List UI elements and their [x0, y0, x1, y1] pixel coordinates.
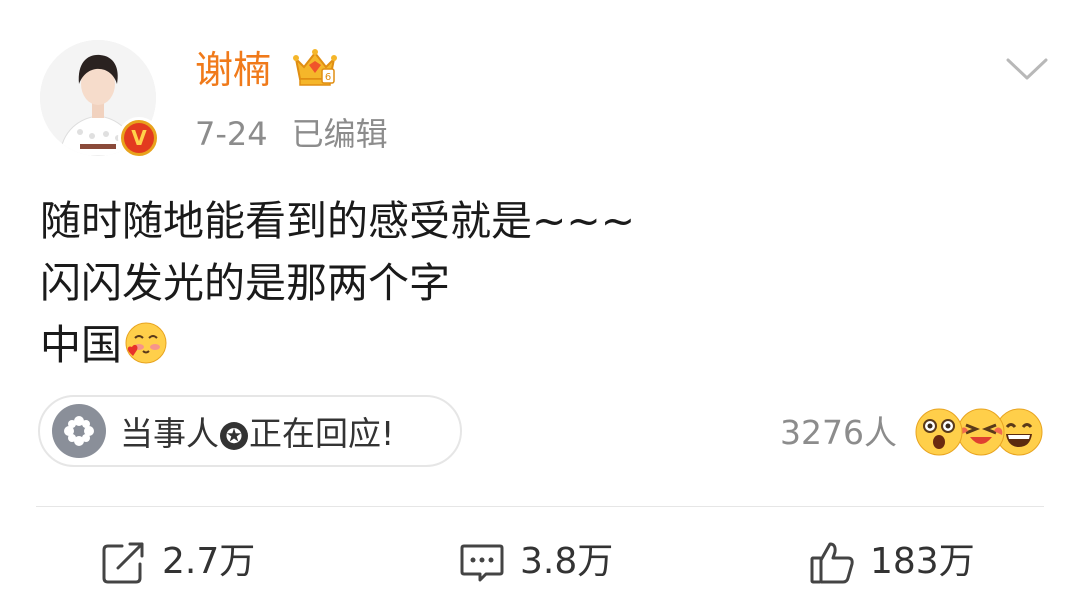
repost-count: 2.7万	[162, 541, 256, 582]
post-content-text: 中国	[40, 321, 122, 369]
post-content-line: 中国	[40, 314, 635, 376]
comment-button[interactable]: 3.8万	[458, 535, 613, 589]
verified-badge-icon: V	[118, 117, 160, 159]
post-content-line: 闪闪发光的是那两个字	[40, 259, 450, 307]
edited-label[interactable]: 已编辑	[292, 115, 388, 153]
divider	[36, 506, 1044, 507]
verified-badge-letter: V	[124, 123, 154, 153]
star-icon: ✪	[220, 422, 248, 450]
like-button[interactable]: 183万	[808, 535, 975, 589]
author-name[interactable]: 谢楠	[195, 45, 271, 95]
topic-text: 当事人 ✪ 正在回应!	[120, 407, 394, 455]
topic-text-after: 正在回应!	[249, 414, 395, 453]
thumbs-up-icon	[810, 542, 854, 584]
shy-love-emoji-icon	[125, 322, 167, 364]
like-count: 183万	[870, 541, 975, 582]
comment-count: 3.8万	[520, 541, 614, 582]
reaction-emojis[interactable]	[912, 407, 1044, 459]
topic-text-before: 当事人	[120, 414, 219, 453]
flower-icon	[52, 404, 106, 458]
post-content-line: 随时随地能看到的感受就是~~~	[40, 197, 636, 245]
repost-button[interactable]: 2.7万	[100, 535, 255, 589]
reaction-count[interactable]: 3276人	[780, 410, 897, 456]
comment-icon	[460, 544, 504, 582]
post-content: 随时随地能看到的感受就是~~~ 闪闪发光的是那两个字 中国	[40, 190, 635, 376]
shocked-emoji-icon	[915, 408, 963, 456]
topic-pill[interactable]: 当事人 ✪ 正在回应!	[38, 395, 462, 467]
svg-text:6: 6	[325, 72, 331, 83]
chevron-down-icon[interactable]	[1004, 54, 1050, 84]
vip-crown-icon: 6	[293, 49, 337, 86]
post-date: 7-24	[195, 115, 268, 153]
share-icon	[102, 542, 144, 584]
post-meta: 7-24 已编辑	[195, 112, 412, 156]
